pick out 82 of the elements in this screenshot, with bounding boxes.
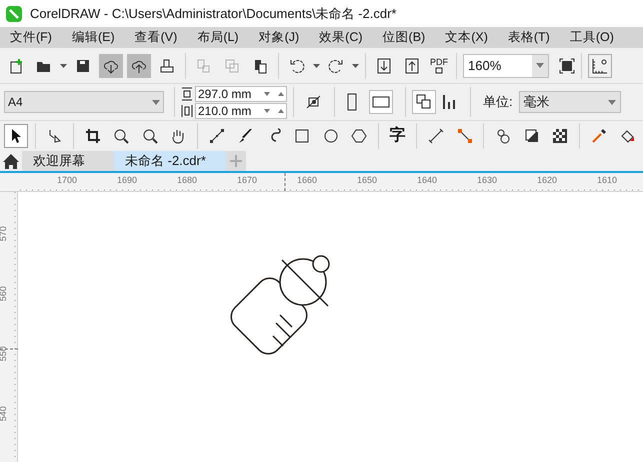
- menu-item[interactable]: 编辑(E): [62, 28, 125, 47]
- landscape-button[interactable]: [369, 90, 393, 114]
- full-screen-icon[interactable]: [559, 58, 575, 74]
- checkerboard-icon: [552, 128, 568, 144]
- menu-item[interactable]: 表格(T): [498, 28, 560, 47]
- brush-icon: [237, 128, 254, 144]
- printer-icon: [159, 58, 175, 74]
- new-document-icon: [8, 58, 24, 74]
- ruler-label: 1610: [597, 174, 618, 187]
- redo-icon: [328, 58, 344, 74]
- app-logo-icon: [6, 6, 22, 22]
- line-tool-icon: [208, 128, 225, 144]
- dimension-tool-icon: [428, 128, 444, 144]
- unit-dropdown[interactable]: 毫米: [518, 91, 621, 113]
- menu-item[interactable]: 效果(C): [309, 28, 373, 47]
- ruler-label: 1650: [357, 174, 378, 187]
- home-icon[interactable]: [3, 154, 19, 168]
- zoom-level-dropdown[interactable]: 160%: [463, 54, 549, 78]
- eyedropper-icon: [590, 128, 607, 144]
- all-pages-button[interactable]: [412, 90, 436, 114]
- layout-tool-icon[interactable]: [306, 94, 322, 110]
- copy-icon: [224, 58, 240, 74]
- caret-icon: [152, 100, 160, 104]
- drop-shadow-icon: [524, 128, 540, 144]
- menu-item[interactable]: 对象(J): [248, 28, 310, 47]
- window-title: CorelDRAW - C:\Users\Administrator\Documents\未命名 -2.cdr*: [30, 4, 396, 23]
- pdf-small-icon: [435, 66, 443, 74]
- fill-bucket-icon: [619, 128, 636, 144]
- caret-icon: [313, 64, 320, 68]
- spinner-icon: [262, 106, 286, 114]
- menu-item[interactable]: 文本(X): [435, 28, 498, 47]
- page-size-dropdown[interactable]: A4: [4, 91, 164, 113]
- polygon-tool-icon: [351, 128, 368, 144]
- page-width-icon: [181, 104, 193, 118]
- zoom-tool-icon: [113, 128, 130, 144]
- overlapping-pages-icon: [416, 94, 432, 110]
- hand-tool-icon: [170, 128, 186, 144]
- search-icon: [142, 128, 158, 144]
- caret-icon: [608, 100, 616, 104]
- crop-tool-icon: [84, 128, 101, 144]
- ruler-label: 1690: [117, 174, 138, 187]
- landscape-page-icon: [372, 96, 390, 108]
- ruler-label: 1630: [477, 174, 498, 187]
- text-tool-button[interactable]: 字: [386, 124, 410, 148]
- pick-tool-button[interactable]: [4, 124, 28, 148]
- copy-icon: [196, 58, 212, 74]
- unit-label: 单位:: [483, 93, 513, 112]
- menu-item[interactable]: 文件(F): [0, 28, 62, 47]
- paste-icon: [252, 58, 268, 74]
- cloud-upload-button[interactable]: [127, 54, 151, 78]
- page-height-icon: [181, 86, 193, 100]
- rectangle-tool-icon: [294, 128, 310, 144]
- ellipse-tool-icon: [322, 128, 339, 144]
- ruler-label: 1670: [237, 174, 258, 187]
- bar-columns-icon[interactable]: [442, 94, 458, 110]
- export-icon: [404, 58, 420, 74]
- caret-icon: [536, 63, 544, 68]
- cloud-download-button[interactable]: [99, 54, 123, 78]
- spinner-icon: [262, 90, 286, 98]
- menu-item[interactable]: 布局(L): [187, 28, 249, 47]
- document-tab[interactable]: 未命名 -2.cdr*: [114, 151, 226, 171]
- import-icon: [376, 58, 392, 74]
- ruler-label: 1620: [537, 174, 558, 187]
- ruler-label: 1680: [177, 174, 198, 187]
- portrait-page-icon[interactable]: [347, 93, 357, 111]
- export-pdf-button[interactable]: PDF: [428, 58, 450, 74]
- ruler-label: 1700: [57, 174, 78, 187]
- ruler-icon[interactable]: [591, 56, 609, 74]
- document-tab[interactable]: 欢迎屏幕: [22, 151, 114, 171]
- ruler-label: 1660: [297, 174, 318, 187]
- caret-icon: [60, 64, 67, 68]
- connector-tool-icon: [456, 128, 473, 144]
- caret-icon: [352, 64, 359, 68]
- undo-icon: [289, 58, 305, 74]
- menu-item[interactable]: 位图(B): [372, 28, 436, 47]
- menu-item[interactable]: 工具(O): [560, 28, 624, 47]
- width-field[interactable]: 297.0 mm: [195, 86, 287, 102]
- ruler-label: 1640: [417, 174, 438, 187]
- blend-tool-icon: [495, 128, 512, 144]
- menu-item[interactable]: 查看(V): [124, 28, 188, 47]
- height-field[interactable]: 210.0 mm: [195, 102, 287, 118]
- save-icon: [75, 58, 91, 74]
